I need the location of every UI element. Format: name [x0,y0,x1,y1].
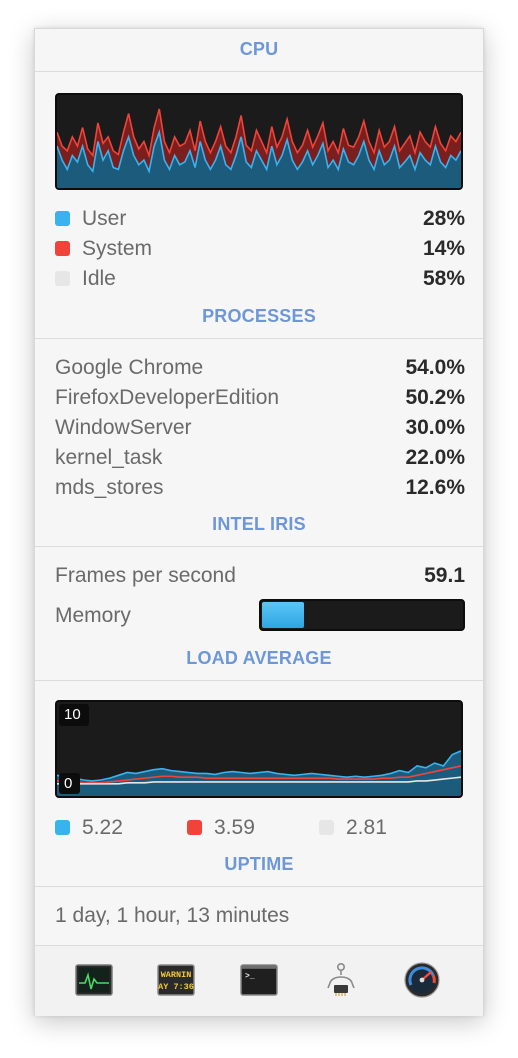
stats-dropdown-panel: CPU User 28% System 14% Idle 58% PROCESS… [34,28,484,1016]
uptime-row: 1 day, 1 hour, 13 minutes [55,904,465,930]
load-value: 5.22 [82,816,123,839]
fps-label: Frames per second [55,564,236,587]
activity-monitor-icon [75,964,113,996]
process-name: WindowServer [55,416,192,439]
terminal-prompt: >_ [245,972,255,981]
cpu-legend-idle: Idle 58% [55,267,465,293]
legend-value: 14% [422,237,465,260]
console-icon: WARNIN AY 7:36 [157,964,195,996]
process-row[interactable]: WindowServer 30.0% [55,416,465,442]
cpu-legend-system: System 14% [55,237,465,263]
gpu-memory-fill [262,602,304,628]
divider [35,546,483,547]
uptime-section-header: UPTIME [224,854,294,874]
load-average-graph: 10 0 [55,700,463,798]
process-row[interactable]: kernel_task 22.0% [55,446,465,472]
app-shortcut-toolbar: WARNIN AY 7:36 >_ [35,946,483,1016]
user-swatch [55,211,70,226]
load-1min-area [57,750,461,796]
activity-monitor-button[interactable] [75,963,113,997]
process-cpu-value: 54.0% [405,356,465,379]
process-cpu-value: 30.0% [405,416,465,439]
console-text-line-1: WARNIN [161,970,192,980]
scale-min-label: 0 [59,773,81,794]
legend-label: System [82,237,153,260]
divider [35,886,483,887]
terminal-icon: >_ [240,964,278,996]
load-average-chart [57,750,461,796]
uptime-text: 1 day, 1 hour, 13 minutes [55,904,290,927]
istat-menus-button[interactable] [403,961,441,998]
divider [35,680,483,681]
cpu-usage-graph [55,93,463,190]
load-legend-1min: 5.22 [55,816,195,842]
load-section-header: LOAD AVERAGE [186,648,332,668]
cpu-legend-user: User 28% [55,207,465,233]
system-information-button[interactable] [322,961,360,996]
fifteen-minute-swatch [319,820,334,835]
cpu-usage-chart [57,108,461,188]
process-row[interactable]: Google Chrome 54.0% [55,356,465,382]
process-name: kernel_task [55,446,163,469]
process-name: mds_stores [55,476,164,499]
five-minute-swatch [187,820,202,835]
process-row[interactable]: mds_stores 12.6% [55,476,465,502]
legend-value: 28% [422,207,465,230]
process-cpu-value: 22.0% [405,446,465,469]
process-name: Google Chrome [55,356,204,379]
system-swatch [55,241,70,256]
istat-menus-icon [404,962,440,998]
gpu-section-header: INTEL IRIS [212,514,306,534]
legend-label: Idle [82,267,116,290]
load-value: 3.59 [214,816,255,839]
fps-value: 59.1 [424,564,465,587]
memory-label: Memory [55,604,131,627]
legend-value: 58% [422,267,465,290]
cpu-section-header: CPU [239,39,279,59]
load-legend-15min: 2.81 [319,816,459,842]
idle-swatch [55,271,70,286]
one-minute-swatch [55,820,70,835]
divider [35,338,483,339]
process-cpu-value: 12.6% [405,476,465,499]
divider [35,71,483,72]
process-name: FirefoxDeveloperEdition [55,386,280,409]
fps-row: Frames per second 59.1 [55,564,465,590]
system-information-icon [327,962,355,996]
terminal-button[interactable]: >_ [240,963,278,997]
gpu-memory-bar [259,599,465,631]
scale-max-label: 10 [59,704,89,726]
processes-section-header: PROCESSES [202,306,316,326]
console-text-line-2: AY 7:36 [158,982,194,992]
process-row[interactable]: FirefoxDeveloperEdition 50.2% [55,386,465,412]
console-button[interactable]: WARNIN AY 7:36 [157,963,195,997]
legend-label: User [82,207,127,230]
process-cpu-value: 50.2% [405,386,465,409]
load-legend-5min: 3.59 [187,816,327,842]
load-value: 2.81 [346,816,387,839]
